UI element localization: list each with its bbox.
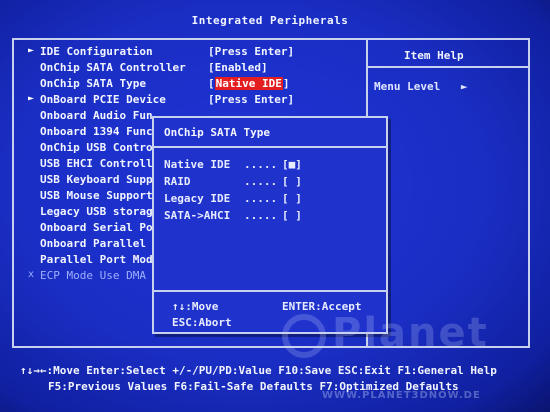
popup-help-move: ↑↓:Move: [172, 300, 219, 313]
submenu-pointer-icon: ►: [28, 45, 35, 56]
setting-label: Onboard Serial Po: [40, 221, 153, 234]
setting-label: OnChip USB Contro: [40, 141, 153, 154]
setting-label: IDE Configuration: [40, 45, 153, 58]
option-checkbox-selected[interactable]: [■]: [282, 158, 302, 171]
option-label: Native IDE: [164, 158, 231, 171]
setting-label: Onboard Audio Fun: [40, 109, 153, 122]
bracket-open: [: [208, 77, 215, 90]
popup-divider: [154, 146, 386, 148]
menu-level: Menu Level ►: [374, 80, 467, 93]
item-help-title: Item Help: [404, 49, 464, 62]
setting-value-selected[interactable]: [Native IDE]: [208, 77, 289, 90]
planet-logo-icon: [282, 314, 326, 358]
menu-level-label: Menu Level: [374, 80, 441, 93]
option-label: RAID: [164, 175, 191, 188]
option-checkbox[interactable]: [ ]: [282, 209, 302, 222]
option-legacy-ide[interactable]: Legacy IDE ..... [ ]: [164, 192, 302, 205]
option-dots: .....: [244, 209, 278, 222]
setting-label: Onboard 1394 Func: [40, 125, 153, 138]
selected-value-highlight[interactable]: Native IDE: [214, 77, 283, 90]
options-popup: OnChip SATA Type Native IDE ..... [■] RA…: [152, 116, 388, 334]
status-line-defaults: F5:Previous Values F6:Fail-Safe Defaults…: [48, 380, 459, 393]
menu-level-arrow-icon: ►: [460, 80, 468, 93]
setting-label: OnChip SATA Controller: [40, 61, 186, 74]
setting-label: USB Keyboard Supp: [40, 173, 153, 186]
setting-label: Parallel Port Mod: [40, 253, 153, 266]
option-sata-ahci[interactable]: SATA->AHCI ..... [ ]: [164, 209, 302, 222]
option-dots: .....: [244, 175, 278, 188]
popup-title: OnChip SATA Type: [164, 126, 270, 139]
option-dots: .....: [244, 192, 278, 205]
option-checkbox[interactable]: [ ]: [282, 192, 302, 205]
watermark-text: Planet: [332, 310, 489, 356]
disabled-marker-icon: x: [28, 269, 35, 280]
popup-footer-divider: [154, 290, 386, 292]
setting-label: ECP Mode Use DMA: [40, 269, 146, 282]
bios-screen: Integrated Peripherals Item Help Menu Le…: [0, 0, 550, 412]
option-dots: .....: [244, 158, 278, 171]
setting-label: USB EHCI Controll: [40, 157, 153, 170]
setting-value[interactable]: [Enabled]: [208, 61, 268, 74]
setting-label: OnChip SATA Type: [40, 77, 146, 90]
bracket-close: ]: [282, 77, 290, 90]
popup-help-abort: ESC:Abort: [172, 316, 232, 329]
setting-label: OnBoard PCIE Device: [40, 93, 166, 106]
setting-value[interactable]: [Press Enter]: [208, 45, 294, 58]
status-line-keys: ↑↓→←:Move Enter:Select +/-/PU/PD:Value F…: [20, 364, 497, 377]
option-label: Legacy IDE: [164, 192, 231, 205]
option-checkbox[interactable]: [ ]: [282, 175, 302, 188]
option-label: SATA->AHCI: [164, 209, 231, 222]
setting-value[interactable]: [Press Enter]: [208, 93, 294, 106]
setting-label: USB Mouse Support: [40, 189, 153, 202]
option-native-ide[interactable]: Native IDE ..... [■]: [164, 158, 302, 171]
submenu-pointer-icon: ►: [28, 93, 35, 104]
page-title: Integrated Peripherals: [191, 14, 349, 27]
setting-label: Onboard Parallel: [40, 237, 146, 250]
setting-label: Legacy USB storag: [40, 205, 153, 218]
help-title-divider: [368, 66, 530, 68]
option-raid[interactable]: RAID ..... [ ]: [164, 175, 302, 188]
